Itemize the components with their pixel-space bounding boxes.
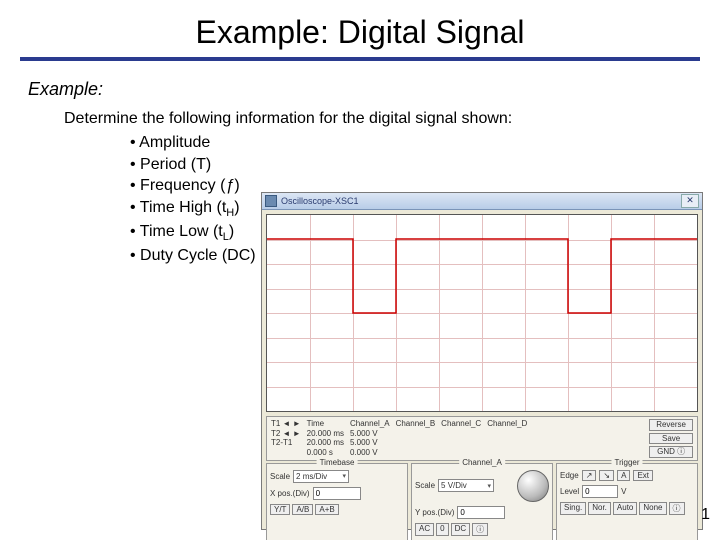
cha-ac-button[interactable]: AC	[415, 523, 434, 536]
trig-auto-button[interactable]: Auto	[613, 502, 637, 515]
save-button[interactable]: Save	[649, 433, 693, 445]
scope-plot[interactable]	[266, 214, 698, 412]
channel-a-column: Channel_A 5.000 V 5.000 V 0.000 V	[350, 419, 390, 458]
time-column: Time 20.000 ms 20.000 ms 0.000 s	[307, 419, 344, 458]
channel-b-column: Channel_B	[396, 419, 436, 458]
timebase-xpos-input[interactable]	[313, 487, 361, 500]
waveform	[267, 215, 697, 411]
trig-sing-button[interactable]: Sing.	[560, 502, 586, 515]
trigger-panel: Trigger Edge ↗ ↘ A Ext LevelV Sing. Nor.…	[556, 463, 698, 540]
reverse-button[interactable]: Reverse	[649, 419, 693, 431]
bullet-amplitude: Amplitude	[130, 132, 720, 154]
mode-aplusb-button[interactable]: A+B	[315, 504, 338, 515]
cha-ypos-input[interactable]	[457, 506, 505, 519]
page-number: 1	[701, 506, 710, 524]
edge-src-ext-button[interactable]: Ext	[633, 470, 653, 481]
cursor-labels: T1 ◄ ► T2 ◄ ► T2-T1	[271, 419, 301, 458]
mode-ab-button[interactable]: A/B	[292, 504, 313, 515]
edge-rise-button[interactable]: ↗	[582, 470, 597, 481]
timebase-title: Timebase	[317, 458, 358, 467]
channel-a-panel: Channel_A Scale5 V/Div Y pos.(Div) AC 0 …	[411, 463, 553, 540]
cha-scale-select[interactable]: 5 V/Div	[438, 479, 494, 492]
channel-d-column: Channel_D	[487, 419, 527, 458]
timebase-scale-select[interactable]: 2 ms/Div	[293, 470, 349, 483]
example-label: Example:	[28, 79, 720, 100]
scope-window-title: Oscilloscope-XSC1	[281, 196, 359, 206]
title-underline	[20, 57, 700, 61]
channel-a-dial[interactable]	[517, 470, 549, 502]
bullet-period: Period (T)	[130, 154, 720, 176]
trig-none-button[interactable]: None	[639, 502, 666, 515]
scope-titlebar: Oscilloscope-XSC1 ✕	[262, 193, 702, 210]
readout-panel: T1 ◄ ► T2 ◄ ► T2-T1 Time 20.000 ms 20.00…	[266, 416, 698, 461]
scope-app-icon	[265, 195, 277, 207]
channel-a-title: Channel_A	[459, 458, 505, 467]
trigger-title: Trigger	[611, 458, 642, 467]
edge-fall-button[interactable]: ↘	[599, 470, 614, 481]
trigger-level-input[interactable]	[582, 485, 618, 498]
cha-dc-button[interactable]: DC	[451, 523, 471, 536]
mode-yt-button[interactable]: Y/T	[270, 504, 290, 515]
close-icon[interactable]: ✕	[681, 194, 699, 208]
cha-info-button[interactable]: ⓘ	[472, 523, 488, 536]
trig-nor-button[interactable]: Nor.	[588, 502, 611, 515]
cha-zero-button[interactable]: 0	[436, 523, 448, 536]
edge-src-a-button[interactable]: A	[617, 470, 630, 481]
channel-c-column: Channel_C	[441, 419, 481, 458]
trig-info-button[interactable]: ⓘ	[669, 502, 685, 515]
intro-text: Determine the following information for …	[64, 110, 720, 128]
timebase-panel: Timebase Scale2 ms/Div X pos.(Div) Y/T A…	[266, 463, 408, 540]
gnd-button[interactable]: GND ⓘ	[649, 446, 693, 458]
oscilloscope-window: Oscilloscope-XSC1 ✕ T1 ◄ ► T2 ◄ ► T2-T1 …	[261, 192, 703, 530]
slide-title: Example: Digital Signal	[0, 0, 720, 51]
